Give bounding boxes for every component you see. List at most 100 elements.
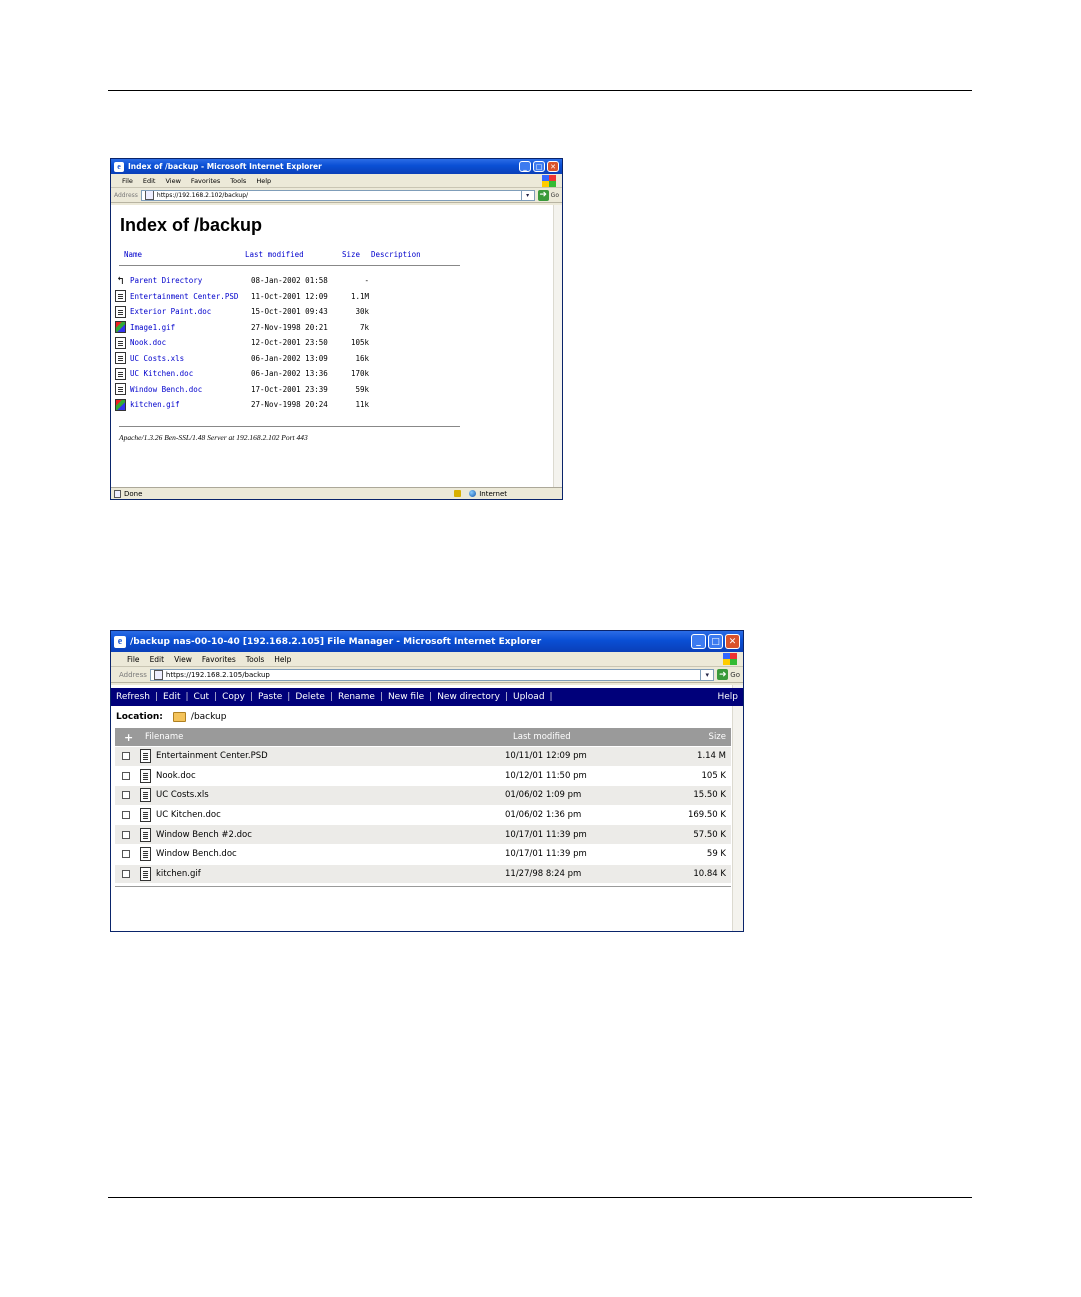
file-name[interactable]: kitchen.gif [156,869,505,879]
maximize-icon[interactable]: □ [708,634,723,649]
help-button[interactable]: Help [717,692,738,702]
row-checkbox[interactable] [122,869,130,878]
file-name[interactable]: Window Bench #2.doc [156,830,505,840]
col-size[interactable]: Size [342,250,360,259]
go-button[interactable]: ➜ Go [717,669,740,680]
page-title: Index of /backup [120,215,263,235]
image-icon [115,398,126,411]
file-modified: 10/12/01 11:50 pm [505,770,587,781]
close-icon[interactable]: ✕ [547,161,559,172]
maximize-icon[interactable]: □ [533,161,545,172]
col-description[interactable]: Description [371,250,421,259]
row-checkbox[interactable] [122,771,130,780]
row-checkbox[interactable] [122,850,130,859]
file-modified: 17-Oct-2001 23:39 [251,384,328,394]
file-name[interactable]: UC Costs.xls [156,790,505,800]
file-name[interactable]: Nook.doc [156,771,505,781]
document-icon [115,383,126,395]
ie-icon: e [114,161,124,172]
edit-button[interactable]: Edit [163,692,180,702]
menu-edit[interactable]: Edit [150,655,165,664]
table-row[interactable]: UC Kitchen.doc 01/06/02 1:36 pm 169.50 K [115,805,731,826]
menu-tools[interactable]: Tools [230,177,246,185]
file-link[interactable]: Exterior Paint.doc [130,307,251,316]
chevron-down-icon[interactable]: ▾ [700,669,713,680]
file-modified: 11/27/98 8:24 pm [505,868,582,879]
col-name[interactable]: Name [124,250,142,259]
new-file-button[interactable]: New file [388,692,424,702]
menu-view[interactable]: View [165,177,180,185]
table-row[interactable]: Window Bench.doc 10/17/01 11:39 pm 59 K [115,845,731,865]
copy-button[interactable]: Copy [222,692,245,702]
file-name[interactable]: Entertainment Center.PSD [156,751,505,761]
file-size: 16k [355,353,369,363]
minimize-icon[interactable]: _ [691,634,706,649]
menu-favorites[interactable]: Favorites [202,655,236,664]
menu-file[interactable]: File [127,655,140,664]
col-filename[interactable]: Filename [145,732,513,742]
table-row[interactable]: Nook.doc 10/12/01 11:50 pm 105 K [115,766,731,787]
menu-tools[interactable]: Tools [246,655,264,664]
add-icon[interactable]: + [124,731,134,744]
windows-flag-icon [723,653,737,665]
col-modified[interactable]: Last modified [245,250,304,259]
file-link[interactable]: Nook.doc [130,338,251,347]
address-input[interactable]: https://192.168.2.105/backup ▾ [149,668,715,681]
menu-file[interactable]: File [122,177,133,185]
globe-icon [469,490,477,497]
title-bar[interactable]: e Index of /backup - Microsoft Internet … [111,159,562,174]
new-directory-button[interactable]: New directory [437,692,500,702]
file-link[interactable]: Parent Directory [130,276,251,285]
title-bar[interactable]: e /backup nas-00-10-40 [192.168.2.105] F… [111,631,743,652]
folder-icon [172,712,186,722]
list-item: Exterior Paint.doc 15-Oct-2001 09:43 30k [115,304,369,319]
address-input[interactable]: https://192.168.2.102/backup/ ▾ [140,189,535,201]
vertical-scrollbar[interactable] [553,205,562,487]
page-content: Refresh | Edit | Cut | Copy | Paste | Delete |… [111,685,743,931]
minimize-icon[interactable]: _ [519,161,531,172]
file-modified: 10/17/01 11:39 pm [505,829,587,840]
file-modified: 15-Oct-2001 09:43 [251,307,328,316]
file-link[interactable]: Window Bench.doc [130,385,251,394]
close-icon[interactable]: ✕ [725,634,740,649]
chevron-down-icon[interactable]: ▾ [520,190,534,200]
refresh-button[interactable]: Refresh [116,692,150,702]
table-bottom-rule [115,886,731,887]
menu-help[interactable]: Help [256,177,271,185]
rename-button[interactable]: Rename [338,692,375,702]
menu-help[interactable]: Help [274,655,291,664]
delete-button[interactable]: Delete [295,692,325,702]
document-icon [140,749,151,764]
file-name[interactable]: Window Bench.doc [156,849,505,859]
upload-button[interactable]: Upload [513,692,545,702]
cut-button[interactable]: Cut [194,692,210,702]
windows-flag-icon [542,174,556,187]
col-modified[interactable]: Last modified [513,732,633,742]
file-link[interactable]: UC Kitchen.doc [130,369,251,378]
file-link[interactable]: Image1.gif [130,323,251,332]
table-row[interactable]: kitchen.gif 11/27/98 8:24 pm 10.84 K [115,864,731,885]
row-checkbox[interactable] [122,811,130,820]
table-row[interactable]: Window Bench #2.doc 10/17/01 11:39 pm 57… [115,825,731,845]
file-size: 105k [350,338,369,347]
document-icon [140,847,151,862]
file-table-header: + Filename Last modified Size [115,728,731,746]
table-row[interactable]: Entertainment Center.PSD 10/11/01 12:09 … [115,747,731,767]
go-button[interactable]: ➜ Go [537,189,559,201]
browser-window-file-manager: e /backup nas-00-10-40 [192.168.2.105] F… [110,630,744,932]
row-checkbox[interactable] [122,791,130,800]
menu-view[interactable]: View [174,655,192,664]
col-size[interactable]: Size [709,732,726,742]
menu-favorites[interactable]: Favorites [191,177,220,185]
file-name[interactable]: UC Kitchen.doc [156,810,505,820]
paste-button[interactable]: Paste [258,692,282,702]
file-link[interactable]: Entertainment Center.PSD [130,292,251,301]
row-checkbox[interactable] [122,830,130,839]
file-link[interactable]: kitchen.gif [130,400,251,409]
row-checkbox[interactable] [122,752,130,761]
file-link[interactable]: UC Costs.xls [130,354,251,363]
menu-edit[interactable]: Edit [143,177,156,185]
file-modified: 12-Oct-2001 23:50 [251,338,328,347]
location-path[interactable]: /backup [191,712,227,722]
table-row[interactable]: UC Costs.xls 01/06/02 1:09 pm 15.50 K [115,786,731,806]
